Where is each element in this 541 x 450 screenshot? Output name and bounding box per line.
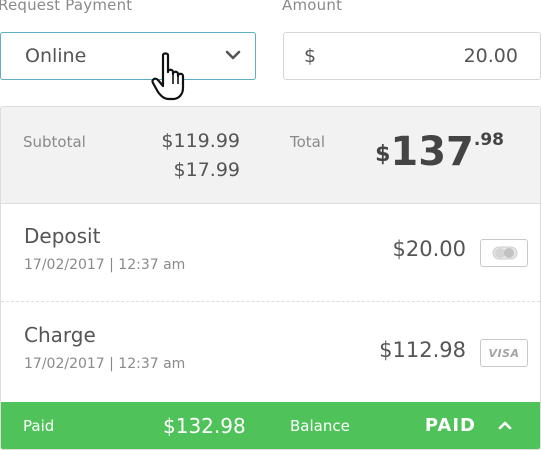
subtotal-values: $119.99 $17.99: [161, 127, 240, 185]
total-amount: $137.98: [375, 129, 504, 175]
total-currency-symbol: $: [375, 142, 391, 167]
transaction-date: 17/02/2017 | 12:37 am: [24, 356, 186, 372]
totals-section: Subtotal $119.99 $17.99 Total $137.98: [1, 107, 540, 204]
visa-badge: VISA: [480, 339, 528, 367]
paid-amount: $132.98: [163, 414, 246, 438]
transaction-title: Charge: [24, 323, 96, 347]
balance-label: Balance: [290, 417, 350, 435]
payment-panel: Request Payment Amount Online $ 20.00 Su…: [0, 0, 541, 450]
transaction-date: 17/02/2017 | 12:37 am: [24, 257, 186, 273]
amount-input[interactable]: $ 20.00: [283, 32, 541, 80]
transaction-title: Deposit: [24, 224, 101, 248]
amount-value: 20.00: [463, 45, 518, 67]
request-payment-select[interactable]: Online: [0, 32, 256, 80]
total-cents: .98: [473, 130, 504, 150]
subtotal-label: Subtotal: [23, 133, 86, 151]
transaction-row-deposit[interactable]: Deposit 17/02/2017 | 12:37 am $20.00: [1, 203, 540, 302]
payment-status-bar[interactable]: Paid $132.98 Balance PAID: [1, 402, 540, 449]
transaction-row-charge[interactable]: Charge 17/02/2017 | 12:37 am $112.98 VIS…: [1, 302, 540, 400]
transaction-amount: $112.98: [379, 338, 466, 362]
subtotal-value: $119.99: [161, 130, 240, 152]
amount-label: Amount: [282, 0, 343, 14]
paid-label: Paid: [23, 417, 55, 435]
visa-label: VISA: [488, 347, 520, 360]
hand-pointer-cursor-icon: [151, 52, 185, 101]
payment-status: PAID: [424, 415, 476, 436]
additional-value: $17.99: [173, 159, 240, 181]
total-label: Total: [290, 133, 326, 151]
chevron-up-icon[interactable]: [498, 419, 512, 431]
payment-summary-card: Subtotal $119.99 $17.99 Total $137.98 De…: [0, 106, 541, 450]
payment-method-badge: [480, 239, 528, 267]
chevron-down-icon: [225, 50, 241, 60]
toggle-card-icon: [492, 246, 518, 260]
total-whole: 137: [390, 129, 474, 175]
request-payment-label: Request Payment: [0, 0, 133, 14]
request-payment-selected-value: Online: [25, 45, 87, 67]
amount-currency-symbol: $: [304, 45, 317, 67]
transaction-amount: $20.00: [392, 237, 466, 261]
